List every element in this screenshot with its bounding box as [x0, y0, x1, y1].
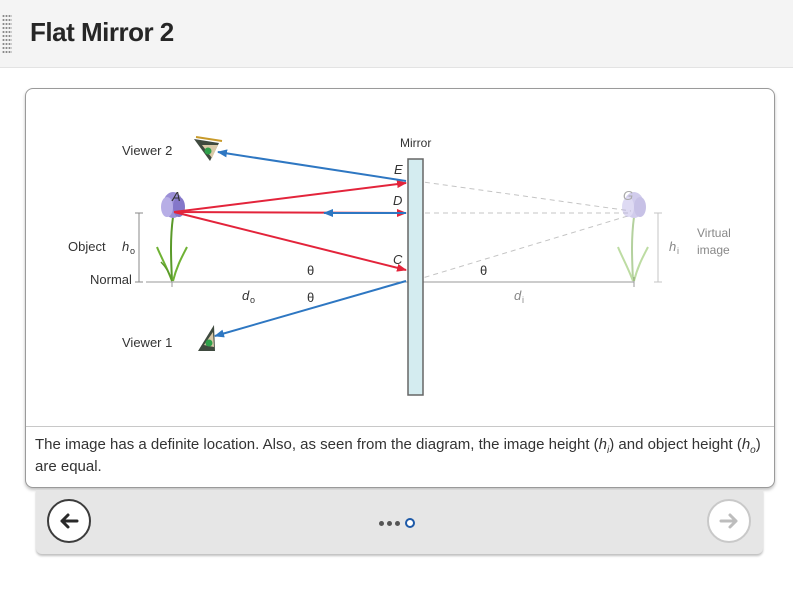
viewer-1-label: Viewer 1	[122, 335, 172, 350]
point-a-label: A	[171, 189, 181, 204]
page-header: Flat Mirror 2	[0, 0, 793, 68]
h-o-label: h o	[122, 239, 135, 256]
object-label: Object	[68, 239, 106, 254]
page-dot-4-current[interactable]	[405, 518, 415, 528]
normal-label: Normal	[90, 272, 132, 287]
virtual-label: Virtual	[697, 226, 731, 240]
page-dot-3[interactable]	[395, 520, 400, 526]
svg-text:h: h	[122, 239, 129, 254]
arrow-left-icon	[60, 513, 79, 529]
next-button[interactable]	[707, 499, 751, 543]
d-i-label: d i	[514, 288, 524, 305]
image-height-bracket	[654, 212, 662, 283]
object-flower-icon	[156, 192, 188, 282]
d-o-label: d o	[242, 288, 255, 305]
mirror-label: Mirror	[400, 136, 431, 150]
viewer-2-eye-icon	[194, 136, 223, 161]
slide-navigation	[36, 490, 763, 554]
viewer-2-label: Viewer 2	[122, 143, 172, 158]
point-d-label: D	[393, 193, 402, 208]
incident-rays	[173, 180, 407, 272]
theta-reflected-label: θ	[307, 290, 314, 305]
flat-mirror-diagram: Mirror Viewer 2 Viewer 1 Object Normal V…	[68, 136, 731, 396]
viewer-1-eye-icon	[198, 325, 215, 351]
svg-text:i: i	[522, 295, 524, 305]
svg-text:h: h	[669, 239, 676, 254]
page-indicator	[379, 516, 415, 530]
point-c-label: C	[393, 252, 403, 267]
object-height-bracket	[135, 212, 143, 283]
image-label: image	[697, 243, 730, 257]
previous-button[interactable]	[47, 499, 91, 543]
svg-text:o: o	[130, 246, 135, 256]
svg-text:d: d	[514, 288, 522, 303]
arrow-right-icon	[719, 513, 738, 529]
svg-text:d: d	[242, 288, 250, 303]
drag-handle-icon[interactable]	[2, 14, 12, 54]
point-e-label: E	[394, 162, 403, 177]
point-g-label: G	[623, 188, 633, 203]
reflected-rays	[214, 149, 407, 338]
page-title: Flat Mirror 2	[30, 17, 174, 47]
h-i-label: h i	[669, 239, 679, 256]
page-dot-2[interactable]	[387, 520, 392, 526]
virtual-flower-icon	[617, 192, 649, 282]
page-dot-1[interactable]	[379, 520, 384, 526]
slide-card: Mirror Viewer 2 Viewer 1 Object Normal V…	[25, 88, 775, 488]
theta-virtual-label: θ	[480, 263, 487, 278]
svg-text:o: o	[250, 295, 255, 305]
virtual-ray-lines	[415, 180, 632, 281]
svg-text:i: i	[677, 246, 679, 256]
caption-text: The image has a definite location. Also,…	[26, 426, 774, 487]
theta-incident-label: θ	[307, 263, 314, 278]
mirror	[407, 158, 424, 396]
